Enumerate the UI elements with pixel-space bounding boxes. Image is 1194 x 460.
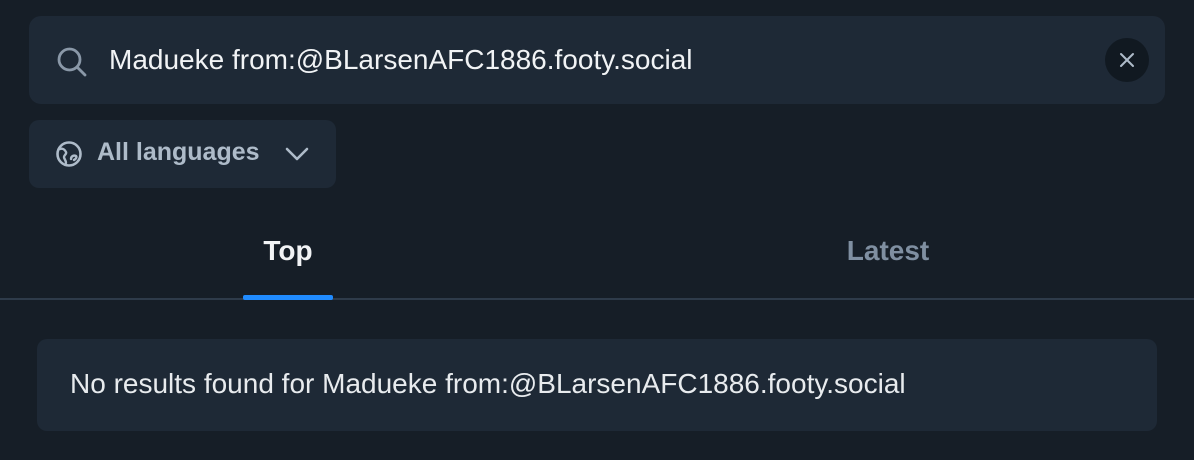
language-filter-label: All languages xyxy=(97,138,260,166)
search-bar[interactable] xyxy=(29,16,1165,104)
chevron-down-icon xyxy=(283,142,311,166)
search-input[interactable] xyxy=(109,40,1069,80)
tab-latest[interactable]: Latest xyxy=(818,204,958,298)
active-tab-indicator xyxy=(243,295,333,300)
search-icon xyxy=(55,45,89,79)
clear-search-button[interactable] xyxy=(1105,38,1149,82)
globe-icon xyxy=(55,140,83,168)
language-filter-button[interactable]: All languages xyxy=(29,120,336,188)
no-results-card: No results found for Madueke from:@BLars… xyxy=(37,339,1157,431)
close-icon xyxy=(1118,51,1136,69)
tab-top[interactable]: Top xyxy=(243,204,333,300)
tab-top-label: Top xyxy=(263,235,313,266)
no-results-message: No results found for Madueke from:@BLars… xyxy=(70,368,906,399)
tab-bar: Top Latest xyxy=(0,204,1194,300)
tab-latest-label: Latest xyxy=(846,235,930,266)
